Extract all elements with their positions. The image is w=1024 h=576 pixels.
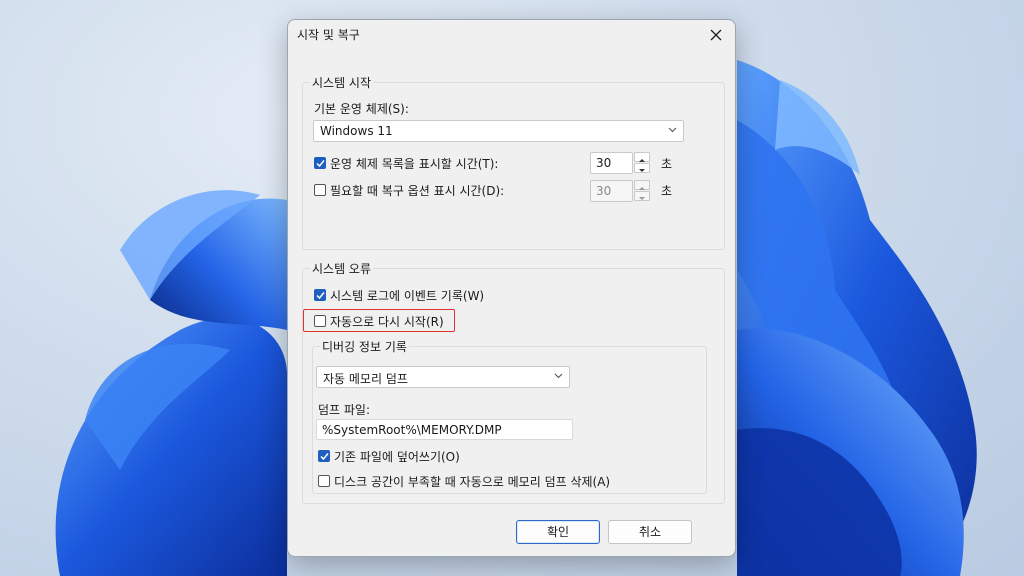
spin-up-button-disabled [634, 180, 650, 190]
system-failure-label: 시스템 오류 [310, 260, 374, 277]
chevron-down-icon [668, 127, 677, 133]
write-event-label: 시스템 로그에 이벤트 기록(W) [330, 289, 485, 303]
close-icon[interactable] [705, 24, 727, 46]
check-icon [316, 292, 325, 300]
dump-file-label: 덤프 파일: [318, 403, 371, 417]
disable-autodelete-checkbox[interactable] [318, 475, 330, 487]
caret-down-icon [639, 169, 645, 172]
show-os-list-checkbox[interactable] [314, 157, 326, 169]
system-startup-label: 시스템 시작 [310, 74, 374, 91]
dump-file-value: %SystemRoot%\MEMORY.DMP [322, 423, 502, 437]
show-os-list-label: 운영 체제 목록을 표시할 시간(T): [330, 157, 499, 171]
default-os-select[interactable]: Windows 11 [313, 120, 684, 142]
dump-type-value: 자동 메모리 덤프 [323, 372, 408, 386]
show-recovery-seconds-value: 30 [596, 184, 612, 198]
startup-recovery-dialog: 시작 및 복구 시스템 시작 기본 운영 체제(S): Windows 11 운… [287, 19, 736, 557]
caret-down-icon [639, 197, 645, 200]
default-os-value: Windows 11 [320, 124, 393, 138]
cancel-button[interactable]: 취소 [608, 520, 692, 544]
show-os-list-spinner[interactable] [634, 152, 650, 174]
chevron-down-icon [554, 373, 563, 379]
check-icon [316, 160, 325, 168]
show-recovery-label: 필요할 때 복구 옵션 표시 시간(D): [330, 184, 505, 198]
debug-info-label: 디버깅 정보 기록 [320, 338, 409, 355]
dump-file-input[interactable]: %SystemRoot%\MEMORY.DMP [316, 419, 573, 440]
auto-restart-checkbox[interactable] [314, 315, 326, 327]
seconds-unit-label-2: 초 [661, 184, 673, 198]
spin-down-button-disabled [634, 191, 650, 201]
show-os-list-seconds-input[interactable]: 30 [590, 152, 633, 174]
show-recovery-checkbox[interactable] [314, 184, 326, 196]
dump-type-select[interactable]: 자동 메모리 덤프 [316, 366, 570, 388]
disable-autodelete-label: 디스크 공간이 부족할 때 자동으로 메모리 덤프 삭제(A) [334, 475, 611, 489]
check-icon [320, 453, 329, 461]
dialog-title: 시작 및 복구 [297, 28, 360, 42]
ok-button[interactable]: 확인 [516, 520, 600, 544]
seconds-unit-label: 초 [661, 157, 673, 171]
auto-restart-label: 자동으로 다시 시작(R) [330, 315, 444, 329]
default-os-label: 기본 운영 체제(S): [314, 102, 409, 116]
show-os-list-seconds-value: 30 [596, 156, 612, 170]
show-recovery-seconds-input: 30 [590, 180, 633, 202]
overwrite-label: 기존 파일에 덮어쓰기(O) [334, 450, 460, 464]
overwrite-checkbox[interactable] [318, 450, 330, 462]
spin-down-button[interactable] [634, 163, 650, 173]
show-recovery-spinner [634, 180, 650, 202]
write-event-checkbox[interactable] [314, 289, 326, 301]
spin-up-button[interactable] [634, 152, 650, 162]
